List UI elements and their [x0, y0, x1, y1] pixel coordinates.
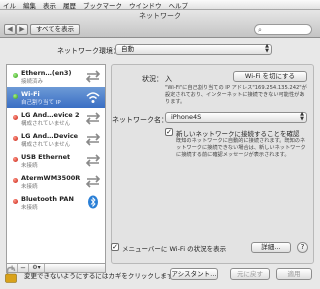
status-dot-red: [13, 136, 18, 141]
location-value: 自動: [121, 45, 134, 53]
menu-file[interactable]: イル: [3, 0, 16, 10]
apply-button[interactable]: 適用: [276, 268, 312, 280]
ethernet-arrows-icon: [85, 70, 101, 83]
show-all-button[interactable]: すべてを表示: [30, 24, 81, 35]
lock-message: 変更できないようにするにはカギをクリックします。: [24, 272, 180, 280]
service-item[interactable]: Ethern…(en3) 接続済み: [7, 66, 105, 87]
status-label: 状況：: [142, 75, 163, 83]
menu-bar: イル 編集 表示 履歴 ブックマーク ウインドウ ヘルプ: [0, 0, 320, 10]
menu-window[interactable]: ウインドウ: [129, 0, 162, 10]
wifi-icon: [86, 92, 100, 103]
service-name: AtermWM3500R: [21, 174, 81, 182]
status-dot-red: [13, 178, 18, 183]
show-wifi-in-menubar-label: メニューバーに Wi-Fi の状況を表示: [122, 245, 227, 253]
service-item[interactable]: LG And…evice 2 構成されていません: [7, 108, 105, 129]
service-status: 構成されていません: [21, 142, 71, 148]
status-description: "Wi-Fi"に自己割り当ての IP アドレス"169.254.135.242"…: [165, 85, 307, 105]
service-name: USB Ethernet: [21, 153, 71, 161]
search-field[interactable]: ⌕: [254, 24, 312, 35]
show-wifi-in-menubar-checkbox[interactable]: ✓: [111, 243, 119, 251]
ethernet-arrows-icon: [85, 112, 101, 125]
network-name-popup[interactable]: iPhone4S ▲ ▼: [165, 112, 307, 123]
status-dot-red: [13, 199, 18, 204]
menu-help[interactable]: ヘルプ: [169, 0, 189, 10]
network-name-value: iPhone4S: [171, 113, 202, 121]
service-name: Bluetooth PAN: [21, 195, 74, 203]
status-dot-red: [13, 157, 18, 162]
menu-edit[interactable]: 編集: [23, 0, 36, 10]
service-item-selected[interactable]: Wi-Fi 自己割り当て IP: [7, 87, 105, 108]
ask-join-checkbox[interactable]: ✓: [165, 128, 173, 136]
location-label: ネットワーク環境：: [57, 47, 120, 55]
back-button[interactable]: ◀: [4, 24, 16, 35]
wifi-off-button[interactable]: Wi-Fi を切にする: [233, 71, 307, 82]
assistant-button[interactable]: アシスタント…: [170, 268, 218, 280]
updown-arrows-icon: ▲ ▼: [300, 111, 304, 122]
menu-history[interactable]: 履歴: [63, 0, 76, 10]
network-name-label: ネットワーク名：: [112, 116, 168, 124]
menu-view[interactable]: 表示: [43, 0, 56, 10]
service-status: 接続済み: [21, 79, 44, 85]
menu-bookmarks[interactable]: ブックマーク: [83, 0, 122, 10]
ask-join-description: 既知のネットワークに自動的に接続されます。既知のネットワークに接続できない場合は…: [176, 138, 306, 158]
window-title: ネットワーク: [139, 12, 181, 20]
service-item[interactable]: LG And…Device 構成されていません: [7, 129, 105, 150]
help-button[interactable]: ?: [297, 242, 308, 253]
window-toolbar: ネットワーク ◀ ▶ すべてを表示 ⌕: [0, 10, 320, 38]
forward-button[interactable]: ▶: [16, 24, 28, 35]
service-status: 未接続: [21, 163, 38, 169]
service-status: 自己割り当て IP: [21, 100, 61, 106]
status-dot-green: [13, 94, 18, 99]
service-name: LG And…evice 2: [21, 111, 80, 119]
status-value: 入: [165, 75, 172, 83]
revert-button[interactable]: 元に戻す: [230, 268, 270, 280]
search-icon: ⌕: [258, 26, 262, 34]
service-item[interactable]: USB Ethernet 未接続: [7, 150, 105, 171]
service-status: 構成されていません: [21, 121, 71, 127]
service-name: LG And…Device: [21, 132, 79, 140]
detail-pane: 状況： 入 Wi-Fi を切にする "Wi-Fi"に自己割り当ての IP アドレ…: [111, 64, 314, 264]
service-list[interactable]: Ethern…(en3) 接続済み Wi-Fi 自己割り当て IP LG And…: [6, 64, 106, 264]
service-item[interactable]: Bluetooth PAN 未接続: [7, 192, 105, 213]
service-name: Wi-Fi: [21, 90, 40, 98]
service-status: 未接続: [21, 205, 38, 211]
service-name: Ethern…(en3): [21, 69, 72, 77]
service-item[interactable]: AtermWM3500R 未接続: [7, 171, 105, 192]
advanced-button[interactable]: 詳細…: [251, 242, 291, 253]
ethernet-arrows-icon: [85, 175, 101, 188]
ask-join-label: 新しいネットワークに接続することを確認: [176, 130, 300, 138]
updown-arrows-icon: ▲ ▼: [265, 43, 269, 54]
service-status: 未接続: [21, 184, 38, 190]
lock-icon[interactable]: [4, 266, 18, 284]
ethernet-arrows-icon: [85, 154, 101, 167]
status-dot-red: [13, 115, 18, 120]
location-popup[interactable]: 自動 ▲ ▼: [115, 44, 272, 55]
status-dot-green: [13, 73, 18, 78]
ethernet-arrows-icon: [85, 133, 101, 146]
bluetooth-icon: [88, 195, 98, 209]
